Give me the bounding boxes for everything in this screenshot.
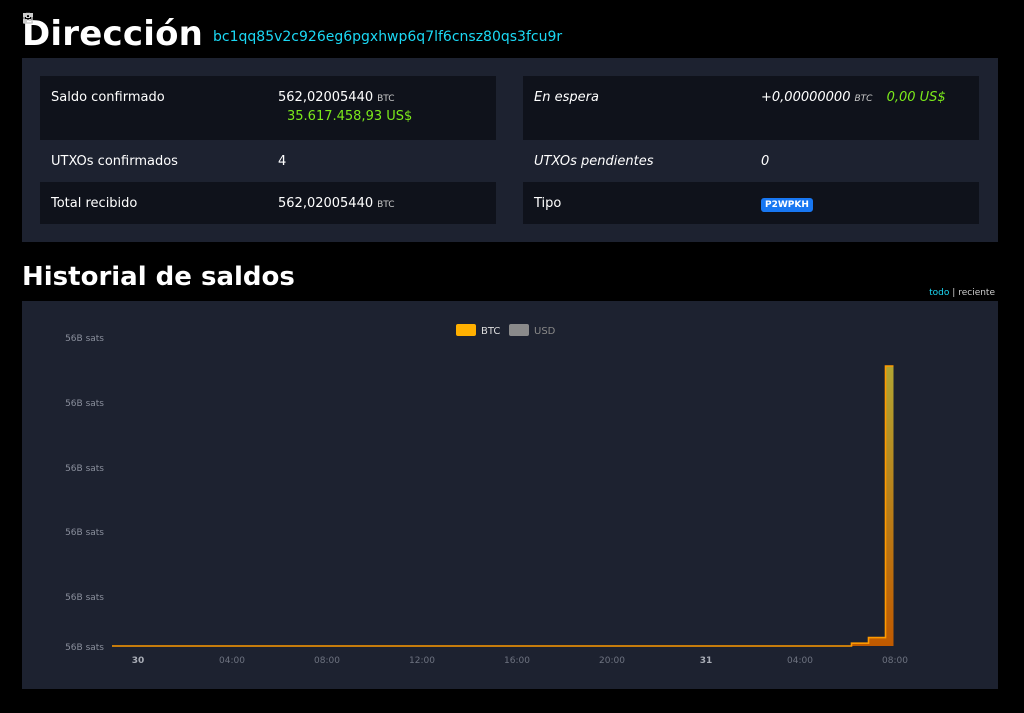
x-tick-label: 16:00 (504, 656, 530, 666)
address-summary-card: Saldo confirmado 562,02005440 BTC 35.617.… (22, 58, 998, 242)
x-tick-label: 12:00 (409, 656, 435, 666)
btc-unit: BTC (377, 200, 395, 210)
page-title: Dirección (22, 14, 204, 54)
x-tick-label: 08:00 (314, 656, 340, 666)
y-tick-label: 56B sats (65, 464, 104, 474)
pending-fiat: 0,00 US$ (886, 90, 946, 105)
total-received-value: 562,02005440 BTC (268, 182, 395, 211)
legend-swatch-btc[interactable] (456, 324, 476, 336)
chart-svg: BTC USD 56B sats 56B sats 56B sats 56B sats 56… (65, 324, 908, 666)
row-confirmed-utxos: UTXOs confirmados 4 (40, 140, 496, 182)
btc-area (112, 366, 894, 646)
row-pending-utxos: UTXOs pendientes 0 (523, 140, 979, 182)
row-confirmed-balance: Saldo confirmado 562,02005440 BTC 35.617.… (40, 76, 496, 140)
qr-code-icon[interactable] (23, 13, 582, 44)
confirmed-balance-label: Saldo confirmado (51, 90, 165, 105)
x-tick-label: 31 (700, 656, 713, 666)
summary-table-right: En espera +0,00000000 BTC 0,00 US$ UTXOs … (523, 76, 979, 224)
address-hash[interactable]: bc1qq85v2c926eg6pgxhwp6q7lf6cnsz80qs3fcu… (213, 29, 562, 45)
history-title: Historial de saldos (22, 262, 295, 292)
x-tick-label: 20:00 (599, 656, 625, 666)
row-total-received: Total recibido 562,02005440 BTC (40, 182, 496, 224)
btc-line (112, 365, 894, 647)
btc-unit: BTC (377, 94, 395, 104)
address-type-badge: P2WPKH (761, 198, 813, 212)
legend-label-usd[interactable]: USD (534, 326, 556, 337)
total-received-btc: 562,02005440 (278, 196, 374, 211)
x-tick-label: 04:00 (787, 656, 813, 666)
pending-utxos-label: UTXOs pendientes (534, 154, 654, 169)
y-tick-label: 56B sats (65, 399, 104, 409)
history-range-toggle: todo | reciente (929, 288, 995, 298)
confirmed-balance-fiat: 35.617.458,93 US$ (287, 109, 413, 124)
y-tick-label: 56B sats (65, 334, 104, 344)
pending-utxos-value: 0 (761, 154, 770, 169)
x-tick-label: 30 (132, 656, 145, 666)
header: Dirección bc1qq85v2c926eg6pgxhwp6q7lf6cn… (22, 12, 602, 56)
x-tick-label: 08:00 (882, 656, 908, 666)
legend-label-btc[interactable]: BTC (481, 326, 500, 337)
balance-history-chart: BTC USD 56B sats 56B sats 56B sats 56B sats 56… (22, 301, 998, 689)
type-value: P2WPKH (751, 182, 813, 212)
range-all-link[interactable]: todo (929, 288, 949, 298)
confirmed-utxos-value: 4 (278, 154, 287, 169)
row-type: Tipo P2WPKH (523, 182, 979, 224)
pending-value: +0,00000000 BTC 0,00 US$ (751, 76, 946, 105)
pending-label: En espera (534, 90, 599, 105)
summary-table-left: Saldo confirmado 562,02005440 BTC 35.617.… (40, 76, 496, 224)
range-recent-link[interactable]: reciente (958, 288, 995, 298)
total-received-label: Total recibido (51, 196, 138, 211)
confirmed-utxos-label: UTXOs confirmados (51, 154, 178, 169)
type-label: Tipo (534, 196, 562, 211)
x-tick-label: 04:00 (219, 656, 245, 666)
btc-unit: BTC (854, 94, 873, 104)
confirmed-balance-btc: 562,02005440 (278, 90, 374, 105)
clipboard-icon[interactable] (23, 12, 602, 44)
y-tick-label: 56B sats (65, 643, 104, 653)
pending-btc: +0,00000000 (761, 90, 851, 105)
y-tick-label: 56B sats (65, 528, 104, 538)
confirmed-balance-value: 562,02005440 BTC 35.617.458,93 US$ (268, 76, 412, 124)
range-separator: | (952, 288, 956, 298)
row-pending: En espera +0,00000000 BTC 0,00 US$ (523, 76, 979, 140)
y-tick-label: 56B sats (65, 593, 104, 603)
legend-swatch-usd[interactable] (509, 324, 529, 336)
